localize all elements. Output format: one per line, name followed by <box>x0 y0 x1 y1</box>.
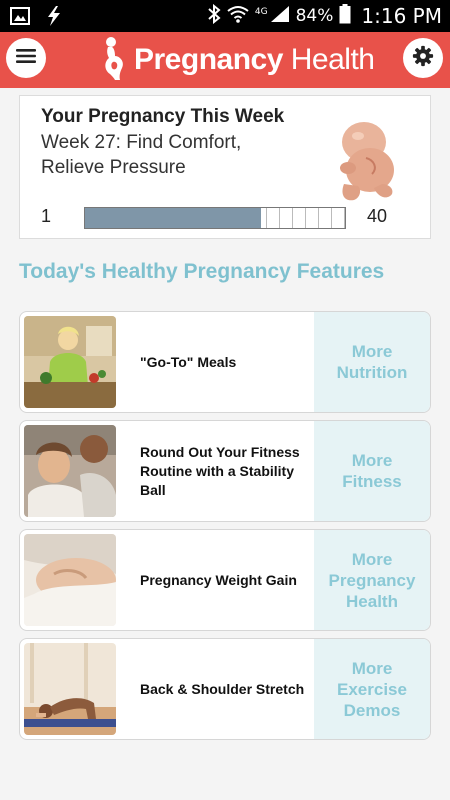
settings-button[interactable] <box>403 38 443 78</box>
battery-percent: 84% <box>295 6 334 26</box>
network-type: 4G <box>254 7 268 17</box>
weight-gain-thumbnail <box>24 534 116 626</box>
features-section-title: Today's Healthy Pregnancy Features <box>19 260 385 283</box>
week-card-heading: Your Pregnancy This Week <box>41 106 285 127</box>
fetus-image <box>314 110 410 206</box>
app-brand: Pregnancy Health <box>100 36 375 85</box>
feature-title: "Go-To" Meals <box>140 353 237 370</box>
feature-title: Back & Shoulder Stretch <box>140 680 305 697</box>
meals-thumbnail <box>24 316 116 408</box>
fitness-thumbnail <box>24 425 116 517</box>
brand-title-bold: Pregnancy <box>134 43 283 76</box>
feature-title: Round Out Your Fitness Routine with a St… <box>140 443 300 498</box>
feature-card-weight-gain[interactable]: Pregnancy Weight Gain More Pregnancy Hea… <box>19 529 431 631</box>
bluetooth-icon <box>207 3 221 28</box>
more-fitness-button[interactable]: More Fitness <box>314 421 430 521</box>
progress-end-label: 40 <box>367 206 388 226</box>
progress-start-label: 1 <box>41 206 52 226</box>
menu-button[interactable] <box>6 38 46 78</box>
gear-icon <box>412 45 434 72</box>
more-exercise-demos-button[interactable]: More Exercise Demos <box>314 639 430 739</box>
more-nutrition-button[interactable]: More Nutrition <box>314 312 430 412</box>
clock: 1:16 PM <box>361 4 442 28</box>
feature-title: Pregnancy Weight Gain <box>140 571 297 588</box>
signal-icon <box>270 5 290 27</box>
more-pregnancy-health-button[interactable]: More Pregnancy Health <box>314 530 430 630</box>
feature-card-meals[interactable]: "Go-To" Meals More Nutrition <box>19 311 431 413</box>
week-progress-fill <box>85 208 261 228</box>
status-bar: 4G 84% 1:16 PM <box>0 0 450 32</box>
feature-card-stretch[interactable]: Back & Shoulder Stretch More Exercise De… <box>19 638 431 740</box>
battery-icon <box>339 4 351 28</box>
stretch-thumbnail <box>24 643 116 735</box>
hamburger-menu-icon <box>16 48 36 69</box>
feature-card-fitness[interactable]: Round Out Your Fitness Routine with a St… <box>19 420 431 522</box>
pregnancy-week-card[interactable]: Your Pregnancy This Week Week 27: Find C… <box>19 95 431 239</box>
brand-title-light: Health <box>290 43 375 76</box>
flash-notification-icon <box>44 5 64 32</box>
week-card-subtitle: Week 27: Find Comfort, Relieve Pressure <box>41 132 242 178</box>
app-header: Pregnancy Health <box>0 32 450 88</box>
gallery-notification-icon <box>10 6 30 31</box>
wifi-icon <box>227 5 249 27</box>
week-progress-bar <box>84 207 346 229</box>
pregnant-silhouette-logo <box>100 36 128 85</box>
